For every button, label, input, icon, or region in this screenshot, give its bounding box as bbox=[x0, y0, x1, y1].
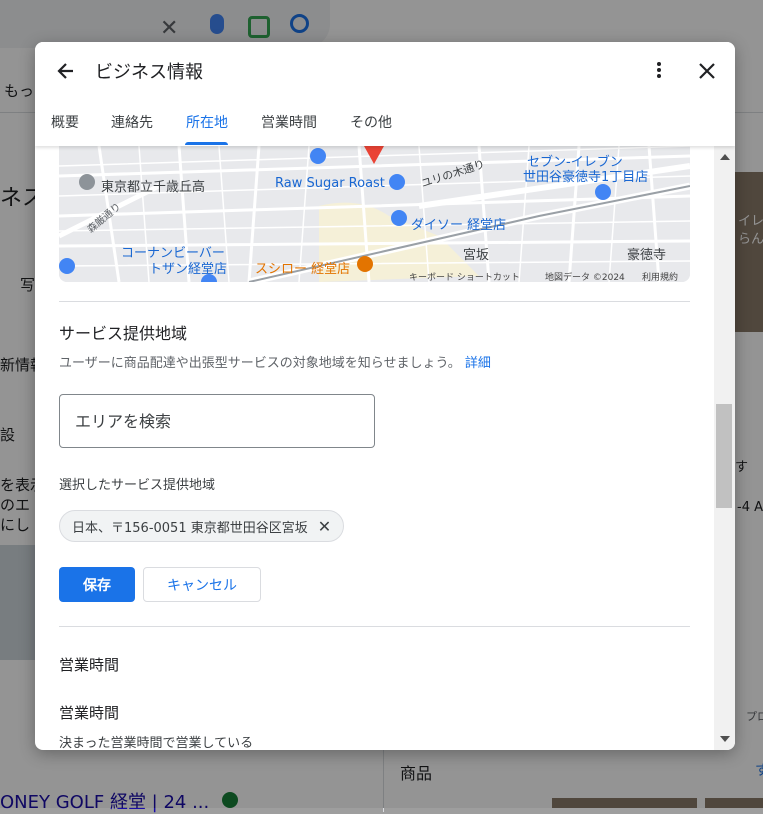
dialog-header: ビジネス情報 概要 連絡先 所在地 営業時間 その他 bbox=[35, 42, 735, 146]
restaurant-icon bbox=[357, 256, 373, 272]
service-area-title: サービス提供地域 bbox=[59, 324, 188, 343]
dialog-title: ビジネス情報 bbox=[95, 62, 203, 83]
keyboard-shortcuts-link[interactable]: キーボード ショートカット bbox=[409, 270, 520, 282]
active-tab-indicator bbox=[185, 142, 228, 145]
store-icon bbox=[59, 258, 75, 274]
map-label-sushiro: スシロー 経堂店 bbox=[255, 262, 351, 277]
map-data-attribution: 地図データ ©2024 bbox=[545, 273, 625, 282]
arrow-back-icon bbox=[57, 63, 73, 79]
tab-location[interactable]: 所在地 bbox=[186, 112, 228, 132]
map-label-konan-2: トザン経堂店 bbox=[149, 262, 228, 277]
tab-hours[interactable]: 営業時間 bbox=[261, 112, 317, 132]
terms-link[interactable]: 利用規約 bbox=[642, 270, 678, 282]
business-info-dialog: ビジネス情報 概要 連絡先 所在地 営業時間 その他 東京都立千歳丘高 Raw … bbox=[35, 42, 735, 750]
map-label-cafe: Raw Sugar Roast bbox=[275, 176, 385, 191]
store-icon bbox=[595, 184, 611, 200]
map-label-gotokuji: 豪徳寺 bbox=[627, 248, 667, 263]
location-map[interactable]: 東京都立千歳丘高 Raw Sugar Roast セブン-イレブン 世田谷豪徳寺… bbox=[59, 146, 690, 282]
selected-area-chip: 日本、〒156-0051 東京都世田谷区宮坂 ✕ bbox=[59, 510, 345, 542]
more-vert-icon bbox=[657, 62, 661, 78]
cancel-button[interactable]: キャンセル bbox=[143, 567, 261, 602]
section-divider bbox=[59, 301, 690, 302]
hours-description: 決まった営業時間で営業している bbox=[59, 736, 254, 750]
selected-area-chip-label: 日本、〒156-0051 東京都世田谷区宮坂 bbox=[72, 520, 308, 536]
section-divider bbox=[59, 626, 690, 627]
hours-subtitle: 営業時間 bbox=[59, 704, 120, 722]
map-label-seven-2: 世田谷豪徳寺1丁目店 bbox=[523, 170, 649, 185]
area-search-input[interactable] bbox=[59, 394, 375, 448]
shopping-icon bbox=[391, 210, 407, 226]
scroll-up-arrow-icon[interactable] bbox=[720, 154, 730, 160]
save-button[interactable]: 保存 bbox=[59, 567, 135, 602]
map-label-daiso: ダイソー 経堂店 bbox=[411, 218, 507, 233]
scroll-thumb[interactable] bbox=[716, 404, 732, 508]
service-area-description: ユーザーに商品配達や出張型サービスの対象地域を知らせましょう。 詳細 bbox=[59, 352, 491, 371]
back-button[interactable] bbox=[51, 56, 81, 86]
tab-contact[interactable]: 連絡先 bbox=[111, 112, 153, 132]
close-button[interactable] bbox=[693, 56, 721, 86]
more-options-button[interactable] bbox=[647, 56, 671, 86]
remove-chip-icon[interactable]: ✕ bbox=[318, 517, 331, 536]
hours-section-title: 営業時間 bbox=[59, 656, 120, 674]
school-icon bbox=[79, 174, 95, 190]
store-icon bbox=[310, 148, 326, 164]
scroll-down-arrow-icon[interactable] bbox=[720, 736, 730, 742]
dialog-content[interactable]: 東京都立千歳丘高 Raw Sugar Roast セブン-イレブン 世田谷豪徳寺… bbox=[35, 146, 714, 750]
tab-more[interactable]: その他 bbox=[350, 112, 392, 132]
close-icon bbox=[699, 63, 715, 79]
tab-overview[interactable]: 概要 bbox=[51, 112, 79, 132]
shopping-icon bbox=[389, 174, 405, 190]
scrollbar[interactable] bbox=[714, 146, 735, 750]
map-label-miyasaka: 宮坂 bbox=[463, 248, 490, 263]
map-label-school: 東京都立千歳丘高 bbox=[101, 180, 206, 195]
learn-more-link[interactable]: 詳細 bbox=[465, 356, 491, 371]
selected-area-label: 選択したサービス提供地域 bbox=[59, 478, 216, 493]
service-area-description-text: ユーザーに商品配達や出張型サービスの対象地域を知らせましょう。 bbox=[59, 356, 461, 371]
